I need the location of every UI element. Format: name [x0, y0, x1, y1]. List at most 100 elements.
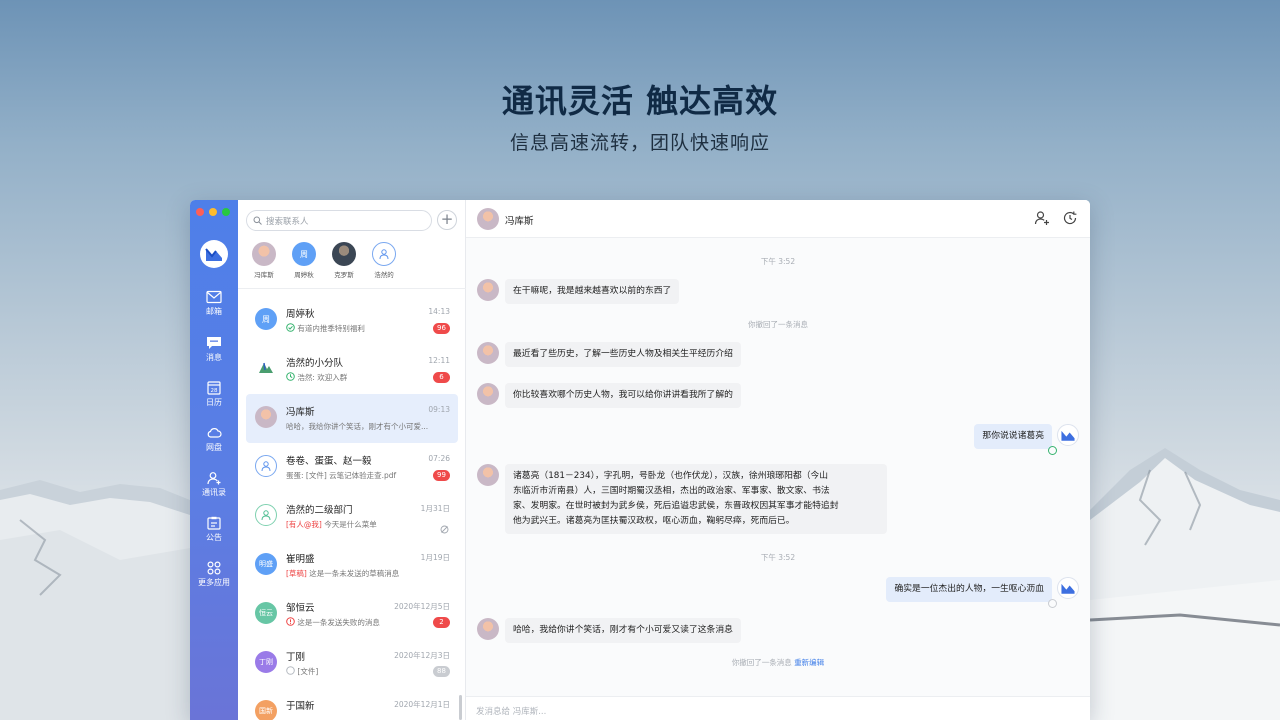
calendar-icon: 28 [207, 381, 221, 395]
group-icon [261, 461, 271, 472]
unread-badge: 6 [433, 372, 450, 383]
conversation-item[interactable]: 国新 于国新 2020年12月1日 [246, 688, 458, 720]
contacts-icon [207, 472, 221, 485]
message-line: 他为武兴王。诸葛亮为匡扶蜀汉政权，呕心沥血，鞠躬尽瘁，死而后已。 [513, 516, 795, 526]
conversation-time: 1月31日 [420, 504, 450, 513]
my-message-bubble[interactable]: 确实是一位杰出的人物，一生呕心沥血 [886, 577, 1052, 602]
chat-panel: 冯库斯 下午 3:52 在干嘛呢，我是越来越喜欢以前的东西了 你撤回了一条消息 … [466, 200, 1090, 720]
divider [238, 288, 466, 289]
nav-messages[interactable]: 消息 [190, 336, 238, 363]
recall-notice: 你撤回了一条消息 重新编辑 [466, 657, 1090, 668]
conversation-list-panel: 搜索联系人 + 冯库斯 周 周婷秋 克罗斯 浩然的 周 周婷秋 14:13 有道… [238, 200, 466, 720]
nav-notice-label: 公告 [206, 533, 222, 542]
recent-contact-name: 浩然的 [374, 271, 394, 279]
unread-badge: 2 [433, 617, 450, 628]
unread-badge: 96 [433, 323, 450, 334]
recent-contact-name: 冯库斯 [254, 271, 274, 279]
conversation-time: 09:13 [428, 405, 450, 414]
recent-contact[interactable]: 冯库斯 [250, 242, 278, 279]
conversation-name: 冯库斯 [286, 407, 315, 418]
mute-icon [440, 519, 449, 538]
conversation-time: 12:11 [428, 356, 450, 365]
recent-contact-name: 克罗斯 [334, 271, 354, 279]
conversation-preview: 哈哈，我给你讲个笑话，刚才有个小可爱... [286, 422, 429, 431]
search-input[interactable]: 搜索联系人 [246, 210, 432, 231]
conversation-name: 崔明盛 [286, 554, 315, 565]
nav-more-apps[interactable]: 更多应用 [190, 561, 238, 588]
avatar [477, 342, 499, 364]
conversation-item[interactable]: 卷卷、蛋蛋、赵一毅 07:26 蛋蛋: [文件] 云笔记体验走查.pdf 99 [246, 443, 458, 492]
avatar [477, 383, 499, 405]
message-icon [207, 337, 221, 349]
message-bubble[interactable]: 你比较喜欢哪个历史人物，我可以给你讲讲看我所了解的 [505, 383, 741, 408]
group-avatar [255, 504, 277, 526]
list-scrollbar[interactable] [459, 695, 462, 720]
group-avatar [255, 455, 277, 477]
nav-cloud-drive[interactable]: 网盘 [190, 426, 238, 453]
my-message-bubble[interactable]: 那你说说诸葛亮 [974, 424, 1052, 449]
conversation-time: 07:26 [428, 454, 450, 463]
conversation-item[interactable]: 丁刚 丁刚 2020年12月3日 [文件] 88 [246, 639, 458, 688]
avatar [477, 464, 499, 486]
conversation-preview: 蛋蛋: [文件] 云笔记体验走查.pdf [286, 471, 397, 480]
message-input[interactable]: 发消息给 冯库斯... [466, 696, 1090, 720]
avatar: 明盛 [255, 553, 277, 575]
conversation-list: 周 周婷秋 14:13 有道内推季特别福利 96 浩然的小分队 12:11 浩然… [238, 296, 466, 720]
error-icon [286, 617, 295, 626]
conversation-preview: [有人@我] 今天是什么菜单 [286, 519, 441, 530]
chat-header: 冯库斯 [466, 200, 1090, 238]
add-button[interactable]: + [437, 210, 457, 230]
clock-icon [286, 372, 295, 381]
pending-icon [286, 666, 295, 675]
nav-messages-label: 消息 [206, 353, 222, 362]
check-circle-icon [286, 323, 295, 332]
message-bubble[interactable]: 在干嘛呢，我是越来越喜欢以前的东西了 [505, 279, 680, 304]
nav-contacts[interactable]: 通讯录 [190, 471, 238, 498]
recent-contact[interactable]: 克罗斯 [330, 242, 358, 279]
conversation-item[interactable]: 明盛 崔明盛 1月19日 [草稿] 这是一条未发送的草稿消息 [246, 541, 458, 590]
conversation-preview: [草稿] 这是一条未发送的草稿消息 [286, 568, 441, 579]
team-logo-icon [259, 362, 273, 373]
conversation-preview: 这是一条发送失败的消息 [286, 617, 441, 628]
avatar: 国新 [255, 700, 277, 720]
message-bubble-long[interactable]: 诸葛亮（181－234），字孔明，号卧龙（也作伏龙），汉族，徐州琅琊阳都（今山 … [505, 464, 887, 534]
nav-mail[interactable]: 邮箱 [190, 290, 238, 317]
avatar [477, 618, 499, 640]
conversation-item-active[interactable]: 冯库斯 09:13 哈哈，我给你讲个笑话，刚才有个小可爱... [246, 394, 458, 443]
preview-text: 这是一条发送失败的消息 [297, 618, 380, 627]
close-window-button[interactable] [196, 208, 204, 216]
nav-cloud-drive-label: 网盘 [206, 443, 222, 452]
conversation-item[interactable]: 浩然的二级部门 1月31日 [有人@我] 今天是什么菜单 [246, 492, 458, 541]
search-icon [253, 216, 262, 225]
mention-tag: [有人@我] [286, 520, 322, 529]
mail-icon [206, 290, 222, 304]
conversation-item[interactable]: 恒云 邹恒云 2020年12月5日 这是一条发送失败的消息 2 [246, 590, 458, 639]
avatar: 丁刚 [255, 651, 277, 673]
chat-contact-name: 冯库斯 [505, 216, 534, 227]
preview-text: 浩然: 欢迎入群 [297, 373, 348, 382]
conversation-name: 丁刚 [286, 652, 306, 663]
conversation-item[interactable]: 周 周婷秋 14:13 有道内推季特别福利 96 [246, 296, 458, 345]
maximize-window-button[interactable] [222, 208, 230, 216]
minimize-window-button[interactable] [209, 208, 217, 216]
recall-notice-text: 你撤回了一条消息 [731, 658, 792, 667]
side-nav: 邮箱 消息 28 日历 网盘 通讯录 公告 更多应用 [190, 200, 238, 720]
conversation-time: 14:13 [428, 307, 450, 316]
recent-contact[interactable]: 周 周婷秋 [290, 242, 318, 279]
nav-notice[interactable]: 公告 [190, 516, 238, 543]
app-logo-icon [1061, 430, 1075, 441]
message-bubble[interactable]: 最近看了些历史，了解一些历史人物及相关生平经历介绍 [505, 342, 741, 367]
recent-contact[interactable]: 浩然的 [370, 242, 398, 279]
group-icon [379, 249, 389, 260]
conversation-name: 卷卷、蛋蛋、赵一毅 [286, 456, 372, 467]
read-status-icon [1048, 446, 1057, 455]
message-bubble[interactable]: 哈哈，我给你讲个笑话，刚才有个小可爱又读了这条消息 [505, 618, 741, 643]
nav-calendar[interactable]: 28 日历 [190, 381, 238, 408]
add-member-icon[interactable] [1034, 210, 1050, 226]
avatar [252, 242, 276, 266]
nav-more-apps-label: 更多应用 [198, 578, 230, 587]
reedit-link[interactable]: 重新编辑 [794, 658, 824, 667]
history-icon[interactable] [1062, 210, 1078, 226]
app-logo-icon [1061, 583, 1075, 594]
conversation-item[interactable]: 浩然的小分队 12:11 浩然: 欢迎入群 6 [246, 345, 458, 394]
